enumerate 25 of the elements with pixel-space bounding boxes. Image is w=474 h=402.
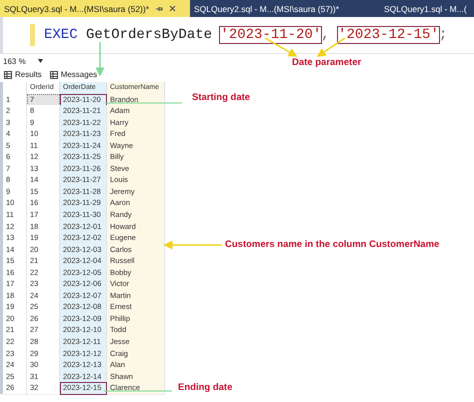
code-keyword: EXEC [44, 27, 78, 43]
code-punct: ; [438, 27, 448, 43]
change-marker [30, 24, 35, 46]
results-tab[interactable]: Results [4, 70, 42, 79]
messages-icon [50, 70, 58, 78]
caret-icon [38, 59, 43, 63]
code-punct: , [321, 27, 330, 43]
results-tab[interactable]: Messages [50, 70, 98, 79]
code-name: GetOrdersByDate [86, 27, 212, 43]
annotation-label: Customers name in the column CustomerName [225, 239, 440, 250]
annotation-label: Starting date [192, 92, 250, 103]
leader-line [104, 390, 172, 392]
document-tab[interactable]: SQLQuery3.sql - M...(MSI\saura (52))* [0, 0, 190, 17]
close-icon[interactable] [169, 5, 176, 12]
code-string: '2023-11-20' [220, 27, 322, 43]
arrow [96, 42, 104, 76]
pin-icon[interactable] [155, 4, 164, 12]
annotation-label: Date parameter [292, 57, 362, 68]
arrow [316, 37, 346, 57]
arrow [164, 240, 222, 250]
arrow [264, 37, 298, 57]
annotation-label: Ending date [178, 382, 232, 393]
grid-icon [4, 70, 12, 78]
zoom-dropdown[interactable]: 163 % [3, 56, 43, 66]
code-string: '2023-12-15' [338, 27, 439, 43]
